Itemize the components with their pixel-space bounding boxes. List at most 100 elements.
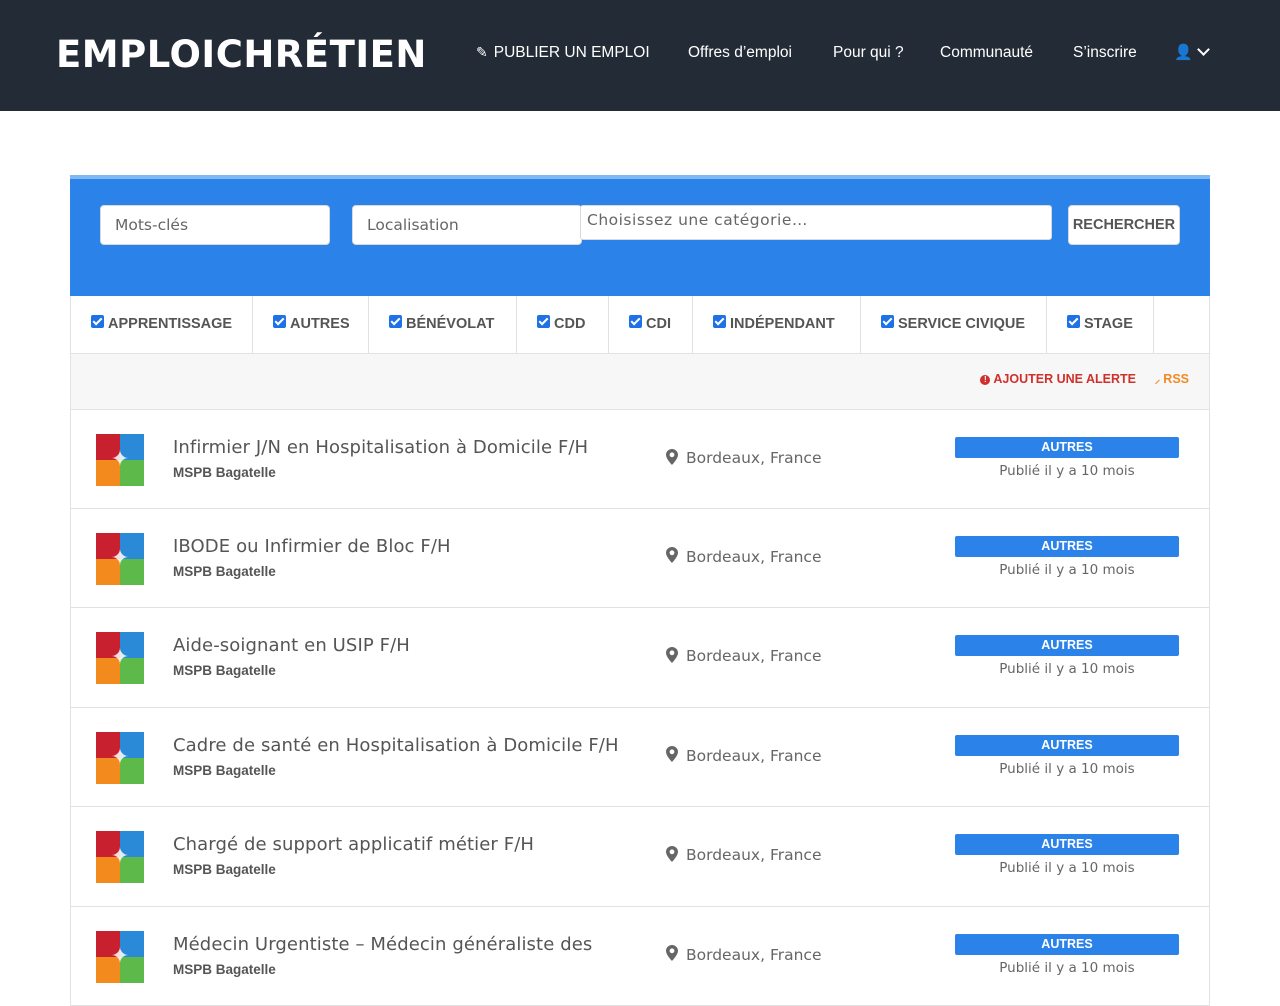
job-location-text: Bordeaux, France	[686, 747, 821, 765]
nav-signup[interactable]: S’inscrire	[1073, 44, 1137, 62]
location-input[interactable]: Localisation	[352, 205, 582, 245]
job-location: Bordeaux, France	[666, 548, 821, 566]
job-location-text: Bordeaux, France	[686, 548, 821, 566]
job-title[interactable]: Cadre de santé en Hospitalisation à Domi…	[173, 735, 619, 756]
alert-bar: !AJOUTER UNE ALERTE ⸝RSS	[70, 354, 1210, 410]
job-date: Publié il y a 10 mois	[955, 960, 1179, 976]
pencil-icon: ✎	[476, 44, 488, 61]
company-logo: ✦	[96, 831, 144, 883]
job-listing[interactable]: ✦ Cadre de santé en Hospitalisation à Do…	[70, 708, 1210, 808]
job-title[interactable]: IBODE ou Infirmier de Bloc F/H	[173, 536, 451, 557]
rss-label: RSS	[1163, 372, 1189, 386]
logo-cross-icon: ✦	[110, 744, 130, 770]
map-pin-icon	[666, 647, 678, 663]
job-company: MSPB Bagatelle	[173, 465, 276, 480]
job-title[interactable]: Médecin Urgentiste – Médecin généraliste…	[173, 934, 592, 955]
job-location: Bordeaux, France	[666, 647, 821, 665]
map-pin-icon	[666, 945, 678, 961]
logo-cross-icon: ✦	[110, 446, 130, 472]
checkbox-icon[interactable]	[629, 315, 642, 328]
job-company: MSPB Bagatelle	[173, 663, 276, 678]
filter-autres[interactable]: AUTRES	[253, 296, 369, 353]
job-listing[interactable]: ✦ Aide-soignant en USIP F/H MSPB Bagatel…	[70, 608, 1210, 708]
checkbox-icon[interactable]	[273, 315, 286, 328]
job-type-filters: APPRENTISSAGE AUTRES BÉNÉVOLAT CDD CDI I…	[70, 296, 1210, 354]
job-date: Publié il y a 10 mois	[955, 661, 1179, 677]
job-type-badge[interactable]: AUTRES	[955, 437, 1179, 458]
checkbox-icon[interactable]	[1067, 315, 1080, 328]
checkbox-icon[interactable]	[713, 315, 726, 328]
filter-label: INDÉPENDANT	[730, 316, 835, 332]
rss-link[interactable]: ⸝RSS	[1155, 372, 1189, 387]
filter-service-civique[interactable]: SERVICE CIVIQUE	[861, 296, 1047, 353]
job-title[interactable]: Infirmier J/N en Hospitalisation à Domic…	[173, 437, 588, 458]
job-company: MSPB Bagatelle	[173, 564, 276, 579]
job-type-badge[interactable]: AUTRES	[955, 635, 1179, 656]
checkbox-icon[interactable]	[91, 315, 104, 328]
chevron-down-icon	[1197, 43, 1210, 56]
filter-benevolat[interactable]: BÉNÉVOLAT	[369, 296, 517, 353]
exclamation-circle-icon: !	[980, 375, 990, 385]
add-alert-link[interactable]: !AJOUTER UNE ALERTE	[980, 372, 1136, 386]
map-pin-icon	[666, 449, 678, 465]
search-button[interactable]: RECHERCHER	[1068, 205, 1180, 245]
job-type-badge[interactable]: AUTRES	[955, 934, 1179, 955]
logo-cross-icon: ✦	[110, 843, 130, 869]
nav-publish-job[interactable]: ✎ PUBLIER UN EMPLOI	[476, 44, 650, 62]
map-pin-icon	[666, 547, 678, 563]
logo-cross-icon: ✦	[110, 545, 130, 571]
brand-logo[interactable]: EMPLOICHRÉTIEN	[56, 33, 427, 76]
job-location-text: Bordeaux, France	[686, 946, 821, 964]
map-pin-icon	[666, 846, 678, 862]
main-nav: ✎ PUBLIER UN EMPLOI Offres d’emploi Pour …	[476, 44, 1212, 66]
job-date: Publié il y a 10 mois	[955, 860, 1179, 876]
filter-label: APPRENTISSAGE	[108, 316, 232, 332]
user-menu[interactable]: 👤	[1174, 43, 1208, 62]
map-pin-icon	[666, 746, 678, 762]
job-type-badge[interactable]: AUTRES	[955, 536, 1179, 557]
filter-apprentissage[interactable]: APPRENTISSAGE	[71, 296, 253, 353]
job-date: Publié il y a 10 mois	[955, 463, 1179, 479]
checkbox-icon[interactable]	[881, 315, 894, 328]
job-listing[interactable]: ✦ Infirmier J/N en Hospitalisation à Dom…	[70, 409, 1210, 509]
filter-label: AUTRES	[290, 316, 350, 332]
checkbox-icon[interactable]	[537, 315, 550, 328]
job-list: ✦ Infirmier J/N en Hospitalisation à Dom…	[70, 409, 1210, 1006]
job-location: Bordeaux, France	[666, 747, 821, 765]
job-date: Publié il y a 10 mois	[955, 761, 1179, 777]
filter-label: STAGE	[1084, 316, 1133, 332]
category-select[interactable]: Choisissez une catégorie…	[580, 205, 1052, 240]
job-listing[interactable]: ✦ Chargé de support applicatif métier F/…	[70, 807, 1210, 907]
job-location: Bordeaux, France	[666, 846, 821, 864]
job-listing[interactable]: ✦ IBODE ou Infirmier de Bloc F/H MSPB Ba…	[70, 509, 1210, 609]
nav-for-whom[interactable]: Pour qui ?	[833, 44, 904, 62]
company-logo: ✦	[96, 931, 144, 983]
job-company: MSPB Bagatelle	[173, 862, 276, 877]
filter-stage[interactable]: STAGE	[1047, 296, 1154, 353]
filter-independant[interactable]: INDÉPENDANT	[693, 296, 861, 353]
filter-label: CDD	[554, 316, 585, 332]
job-title[interactable]: Aide-soignant en USIP F/H	[173, 635, 410, 656]
nav-job-offers[interactable]: Offres d’emploi	[688, 44, 792, 62]
rss-icon: ⸝	[1155, 374, 1161, 386]
filter-label: SERVICE CIVIQUE	[898, 316, 1025, 332]
keywords-input[interactable]: Mots-clés	[100, 205, 330, 245]
filter-label: BÉNÉVOLAT	[406, 316, 494, 332]
nav-publish-label: PUBLIER UN EMPLOI	[494, 44, 650, 61]
company-logo: ✦	[96, 533, 144, 585]
job-type-badge[interactable]: AUTRES	[955, 735, 1179, 756]
job-location: Bordeaux, France	[666, 946, 821, 964]
filter-cdi[interactable]: CDI	[609, 296, 693, 353]
job-date: Publié il y a 10 mois	[955, 562, 1179, 578]
logo-cross-icon: ✦	[110, 943, 130, 969]
nav-community[interactable]: Communauté	[940, 44, 1033, 62]
job-type-badge[interactable]: AUTRES	[955, 834, 1179, 855]
job-location-text: Bordeaux, France	[686, 647, 821, 665]
add-alert-label: AJOUTER UNE ALERTE	[993, 372, 1136, 386]
job-title[interactable]: Chargé de support applicatif métier F/H	[173, 834, 534, 855]
filter-cdd[interactable]: CDD	[517, 296, 609, 353]
logo-cross-icon: ✦	[110, 644, 130, 670]
job-location-text: Bordeaux, France	[686, 846, 821, 864]
job-listing[interactable]: ✦ Médecin Urgentiste – Médecin généralis…	[70, 907, 1210, 1006]
checkbox-icon[interactable]	[389, 315, 402, 328]
